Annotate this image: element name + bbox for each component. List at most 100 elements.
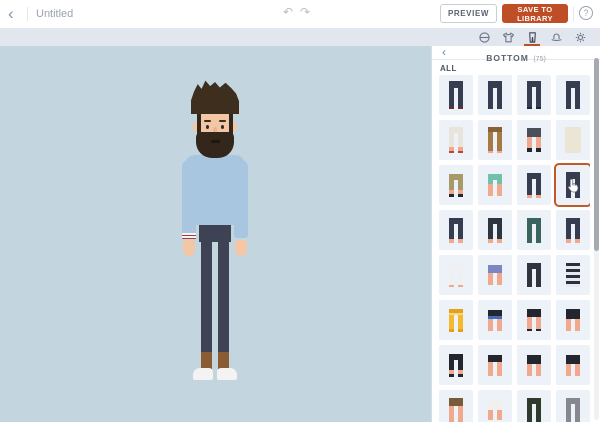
document-title[interactable]: Untitled	[36, 8, 73, 20]
panel-header: ‹ BOTTOM (75)	[432, 45, 600, 63]
bottom-thumbnail	[488, 400, 502, 420]
shirt-icon	[502, 31, 514, 42]
character-mouth	[211, 140, 220, 143]
bottom-item[interactable]	[556, 75, 590, 115]
bottom-item[interactable]	[439, 210, 473, 250]
bottom-thumbnail	[565, 127, 581, 153]
asset-panel: ‹ BOTTOM (75) ALL	[431, 45, 600, 422]
bottom-thumbnail	[566, 397, 580, 422]
head-icon	[478, 31, 490, 43]
bottom-thumbnail	[566, 354, 580, 376]
bottom-item[interactable]	[439, 390, 473, 422]
filter-all[interactable]: ALL	[440, 64, 457, 73]
bottom-item[interactable]	[517, 300, 551, 340]
character-sweater	[185, 155, 245, 225]
gear-icon	[575, 32, 585, 42]
bottom-item[interactable]	[478, 75, 512, 115]
bottom-item[interactable]	[556, 300, 590, 340]
bottom-item[interactable]	[517, 255, 551, 295]
bottom-thumbnail	[527, 172, 541, 198]
bottom-thumbnail	[527, 217, 541, 243]
bottom-item[interactable]	[517, 165, 551, 205]
bottoms-grid	[439, 75, 590, 422]
character-eye-left	[206, 125, 209, 129]
bottom-item[interactable]	[439, 165, 473, 205]
tab-settings[interactable]	[568, 28, 592, 46]
bottom-item[interactable]	[517, 210, 551, 250]
bottom-item[interactable]	[517, 75, 551, 115]
bottom-item[interactable]	[478, 300, 512, 340]
bottom-thumbnail	[488, 265, 502, 285]
bottom-item[interactable]	[478, 255, 512, 295]
redo-icon[interactable]: ↷	[300, 5, 310, 19]
bottom-item[interactable]	[556, 120, 590, 160]
panel-title-wrap: BOTTOM (75)	[432, 48, 600, 66]
bottom-item[interactable]	[556, 390, 590, 422]
character-beard	[196, 132, 234, 158]
character-eyebrow-right	[219, 120, 226, 122]
preview-button[interactable]: PREVIEW	[440, 4, 497, 23]
bottom-thumbnail	[449, 127, 463, 153]
bottom-thumbnail	[449, 353, 463, 377]
scrollbar-thumb[interactable]	[594, 58, 599, 251]
bottom-thumbnail	[488, 81, 502, 109]
stage-canvas	[0, 46, 431, 422]
bottom-item[interactable]	[439, 75, 473, 115]
character-eyebrow-left	[204, 120, 211, 122]
bottom-item[interactable]	[478, 165, 512, 205]
bottom-thumbnail	[566, 217, 580, 243]
hat-icon	[550, 32, 562, 41]
bottom-thumbnail	[449, 81, 463, 109]
bottom-thumbnail	[527, 309, 541, 331]
character-creator-app: ‹ Untitled ↶ ↷ PREVIEW SAVE TO LIBRARY ?	[0, 0, 600, 422]
character-shoe-right	[217, 368, 237, 380]
tab-head[interactable]	[472, 28, 496, 46]
bottom-item[interactable]	[556, 345, 590, 385]
bottom-thumbnail	[527, 397, 541, 422]
tab-top[interactable]	[496, 28, 520, 46]
bottom-item[interactable]	[517, 120, 551, 160]
tab-bottom[interactable]	[520, 28, 544, 46]
undo-icon[interactable]: ↶	[283, 5, 293, 19]
character-leg-right	[218, 240, 229, 353]
bottom-item[interactable]	[478, 390, 512, 422]
bottom-thumbnail	[449, 308, 463, 332]
character[interactable]	[175, 80, 255, 390]
bottom-item[interactable]	[556, 210, 590, 250]
bottom-thumbnail	[566, 81, 580, 109]
bottom-item[interactable]	[478, 210, 512, 250]
bottom-thumbnail	[449, 398, 463, 422]
bottom-thumbnail	[449, 263, 463, 287]
tab-hat[interactable]	[544, 28, 568, 46]
bottom-thumbnail	[488, 127, 502, 153]
pants-icon	[528, 31, 536, 43]
sidebar-scrollbar[interactable]	[594, 58, 599, 420]
bottom-item[interactable]	[439, 255, 473, 295]
bottom-item[interactable]	[556, 255, 590, 295]
bottom-item[interactable]	[478, 120, 512, 160]
help-icon[interactable]: ?	[579, 6, 593, 20]
panel-title: BOTTOM	[486, 53, 529, 63]
back-button[interactable]: ‹	[8, 4, 14, 24]
character-hand-left	[183, 240, 195, 256]
character-hand-right	[235, 240, 247, 256]
character-leg-left	[201, 240, 212, 353]
hand-cursor-icon	[568, 178, 579, 193]
bottom-thumbnail	[527, 263, 541, 287]
bottom-thumbnail	[527, 81, 541, 109]
panel-count: (75)	[533, 56, 546, 63]
save-to-library-button[interactable]: SAVE TO LIBRARY	[502, 4, 568, 23]
bottom-item[interactable]	[517, 390, 551, 422]
bottom-item[interactable]	[439, 300, 473, 340]
bottom-item[interactable]	[517, 345, 551, 385]
bottom-item[interactable]	[439, 120, 473, 160]
bottom-item[interactable]	[439, 345, 473, 385]
bottom-thumbnail	[527, 128, 541, 152]
character-eye-right	[221, 125, 224, 129]
bottom-item[interactable]	[556, 165, 590, 205]
bottom-thumbnail	[527, 354, 541, 376]
character-hair	[191, 80, 239, 114]
bottom-thumbnail	[449, 217, 463, 243]
bottom-thumbnail	[566, 263, 580, 287]
bottom-item[interactable]	[478, 345, 512, 385]
